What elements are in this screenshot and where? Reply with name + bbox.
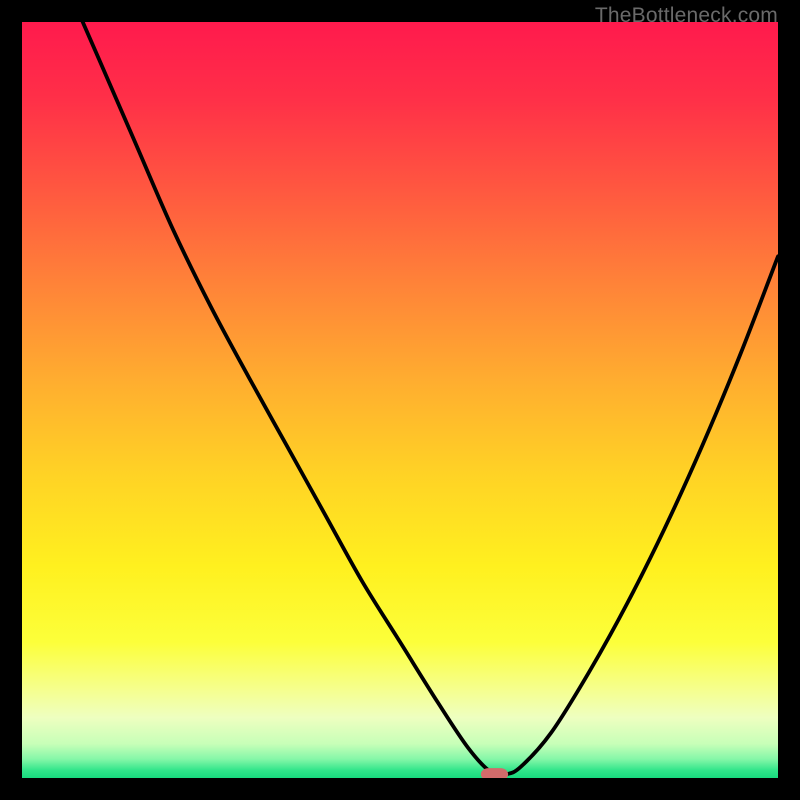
plot-area xyxy=(22,22,778,778)
bottleneck-curve xyxy=(22,22,778,775)
watermark-text: TheBottleneck.com xyxy=(595,4,778,28)
curve-layer xyxy=(22,22,778,778)
chart-stage: TheBottleneck.com xyxy=(0,0,800,800)
optimal-marker xyxy=(481,768,508,778)
